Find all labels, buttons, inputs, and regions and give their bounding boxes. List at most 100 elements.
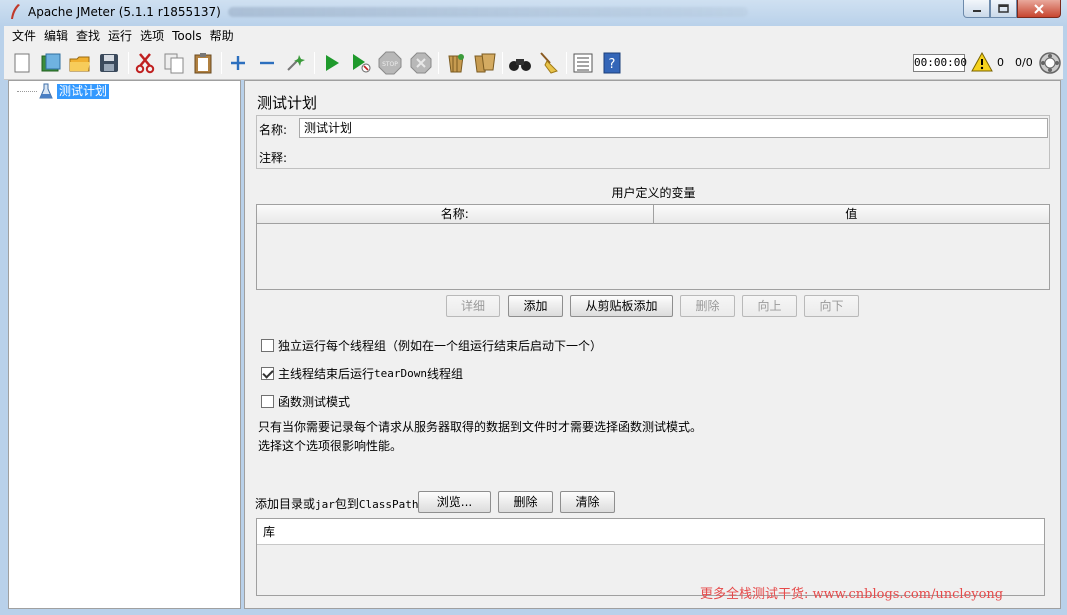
maximize-icon <box>998 4 1009 13</box>
teardown-label-suffix: 线程组 <box>427 367 464 381</box>
menu-edit[interactable]: 编辑 <box>40 26 72 46</box>
classpath-label-prefix: 添加目录或 <box>255 497 316 511</box>
move-down-button[interactable]: 向下 <box>804 295 859 317</box>
start-no-pauses-button[interactable] <box>349 51 373 75</box>
save-button[interactable] <box>97 51 121 75</box>
user-variables-title: 用户定义的变量 <box>611 186 696 200</box>
reset-search-button[interactable] <box>537 51 561 75</box>
minimize-icon <box>972 9 981 12</box>
classpath-label-jar: jar <box>315 498 335 511</box>
add-from-clipboard-button[interactable]: 从剪贴板添加 <box>570 295 673 317</box>
functional-mode-info-line1: 只有当你需要记录每个请求从服务器取得的数据到文件时才需要选择函数测试模式。 <box>258 420 703 434</box>
classpath-clear-button[interactable]: 清除 <box>560 491 615 513</box>
copy-button[interactable] <box>162 51 186 75</box>
watermark-text: 更多全栈测试干货: www.cnblogs.com/uncleyong <box>700 587 1004 602</box>
scissors-icon <box>135 53 155 74</box>
menu-file[interactable]: 文件 <box>8 26 40 46</box>
open-button[interactable] <box>68 51 92 75</box>
templates-button[interactable] <box>39 51 63 75</box>
serialize-threadgroups-checkbox[interactable] <box>261 339 274 352</box>
name-field[interactable]: 测试计划 <box>299 118 1048 138</box>
shutdown-icon <box>410 52 432 74</box>
binoculars-icon <box>509 59 531 71</box>
open-folder-icon <box>69 56 90 72</box>
panel-title: 测试计划 <box>257 94 318 112</box>
title-bar: Apache JMeter (5.1.1 r1855137) <box>0 0 1067 26</box>
comment-field[interactable] <box>293 144 1048 164</box>
toggle-button[interactable] <box>284 51 308 75</box>
classpath-label-mid: 包到 <box>334 497 359 511</box>
test-plan-flask-icon <box>39 83 53 99</box>
paste-button[interactable] <box>191 51 215 75</box>
save-disk-icon <box>100 54 118 72</box>
table-header: 名称: 值 <box>257 205 1049 224</box>
test-plan-tree[interactable]: 测试计划 <box>8 80 241 609</box>
stop-sign-icon: STOP <box>378 51 402 75</box>
classpath-label-classpath: ClassPath <box>358 498 419 511</box>
tree-node-label[interactable]: 测试计划 <box>57 83 110 99</box>
teardown-label-prefix: 主线程结束后运行 <box>278 367 375 381</box>
start-button[interactable] <box>320 51 344 75</box>
shutdown-button[interactable] <box>409 51 433 75</box>
teardown-option[interactable]: 主线程结束后运行 tearDown 线程组 <box>261 365 463 382</box>
function-helper-button[interactable] <box>571 51 595 75</box>
cut-button[interactable] <box>133 51 157 75</box>
close-icon <box>1034 3 1044 14</box>
expand-button[interactable] <box>226 51 250 75</box>
reset-broom-icon <box>540 52 558 74</box>
play-no-pause-icon <box>353 54 371 73</box>
menu-run[interactable]: 运行 <box>104 26 136 46</box>
help-book-icon: ? <box>603 52 621 74</box>
clear-button[interactable] <box>444 51 468 75</box>
thread-count: 0/0 <box>1015 56 1033 69</box>
svg-text:?: ? <box>609 57 616 72</box>
minimize-button[interactable] <box>963 0 990 18</box>
menu-search[interactable]: 查找 <box>72 26 104 46</box>
menu-options[interactable]: 选项 <box>136 26 168 46</box>
jmeter-feather-icon <box>11 4 20 19</box>
menu-tools[interactable]: Tools <box>168 26 206 46</box>
search-button[interactable] <box>508 51 532 75</box>
svg-text:STOP: STOP <box>382 61 398 68</box>
clear-broom-icon <box>448 54 464 73</box>
tree-node-test-plan[interactable]: 测试计划 <box>17 83 110 99</box>
help-button[interactable]: ? <box>600 51 624 75</box>
classpath-delete-button[interactable]: 删除 <box>498 491 553 513</box>
serialize-threadgroups-option[interactable]: 独立运行每个线程组（例如在一个组运行结束后启动下一个） <box>261 337 602 354</box>
functional-mode-option[interactable]: 函数测试模式 <box>261 393 350 410</box>
new-button[interactable] <box>10 51 34 75</box>
functional-mode-label: 函数测试模式 <box>278 395 351 409</box>
serialize-threadgroups-label: 独立运行每个线程组（例如在一个组运行结束后启动下一个） <box>278 339 603 353</box>
teardown-checkbox[interactable] <box>261 367 274 380</box>
move-up-button[interactable]: 向上 <box>742 295 797 317</box>
error-count: 0 <box>997 56 1004 69</box>
blurred-path <box>228 7 748 17</box>
elapsed-timer: 00:00:00 <box>913 54 967 72</box>
stop-button[interactable]: STOP <box>378 51 402 75</box>
column-name-header[interactable]: 名称: <box>257 205 654 223</box>
user-variables-table[interactable]: 名称: 值 <box>256 204 1050 290</box>
name-comment-box: 名称: 测试计划 注释: <box>256 115 1050 169</box>
delete-variable-button[interactable]: 删除 <box>680 295 735 317</box>
menu-help[interactable]: 帮助 <box>206 26 238 46</box>
column-value-header[interactable]: 值 <box>653 205 1049 223</box>
toggle-wand-icon <box>287 55 305 71</box>
clear-all-button[interactable] <box>473 51 497 75</box>
library-column-header: 库 <box>257 519 1044 545</box>
toolbar: STOP ? 00:00:00 0 0/0 <box>4 46 1063 80</box>
warning-icon[interactable] <box>971 52 993 72</box>
minus-icon <box>260 61 274 65</box>
new-document-icon <box>14 53 30 73</box>
play-icon <box>326 55 339 71</box>
remote-globe-icon[interactable] <box>1038 51 1062 75</box>
maximize-button[interactable] <box>990 0 1017 18</box>
browse-button[interactable]: 浏览... <box>418 491 491 513</box>
function-list-icon <box>573 53 593 73</box>
test-plan-panel: 测试计划 名称: 测试计划 注释: 用户定义的变量 名称: 值 详细 添加 从剪… <box>244 80 1061 609</box>
collapse-button[interactable] <box>255 51 279 75</box>
detail-button[interactable]: 详细 <box>446 295 500 317</box>
close-button[interactable] <box>1017 0 1061 18</box>
functional-mode-checkbox[interactable] <box>261 395 274 408</box>
add-button[interactable]: 添加 <box>508 295 563 317</box>
copy-icon <box>164 53 184 74</box>
